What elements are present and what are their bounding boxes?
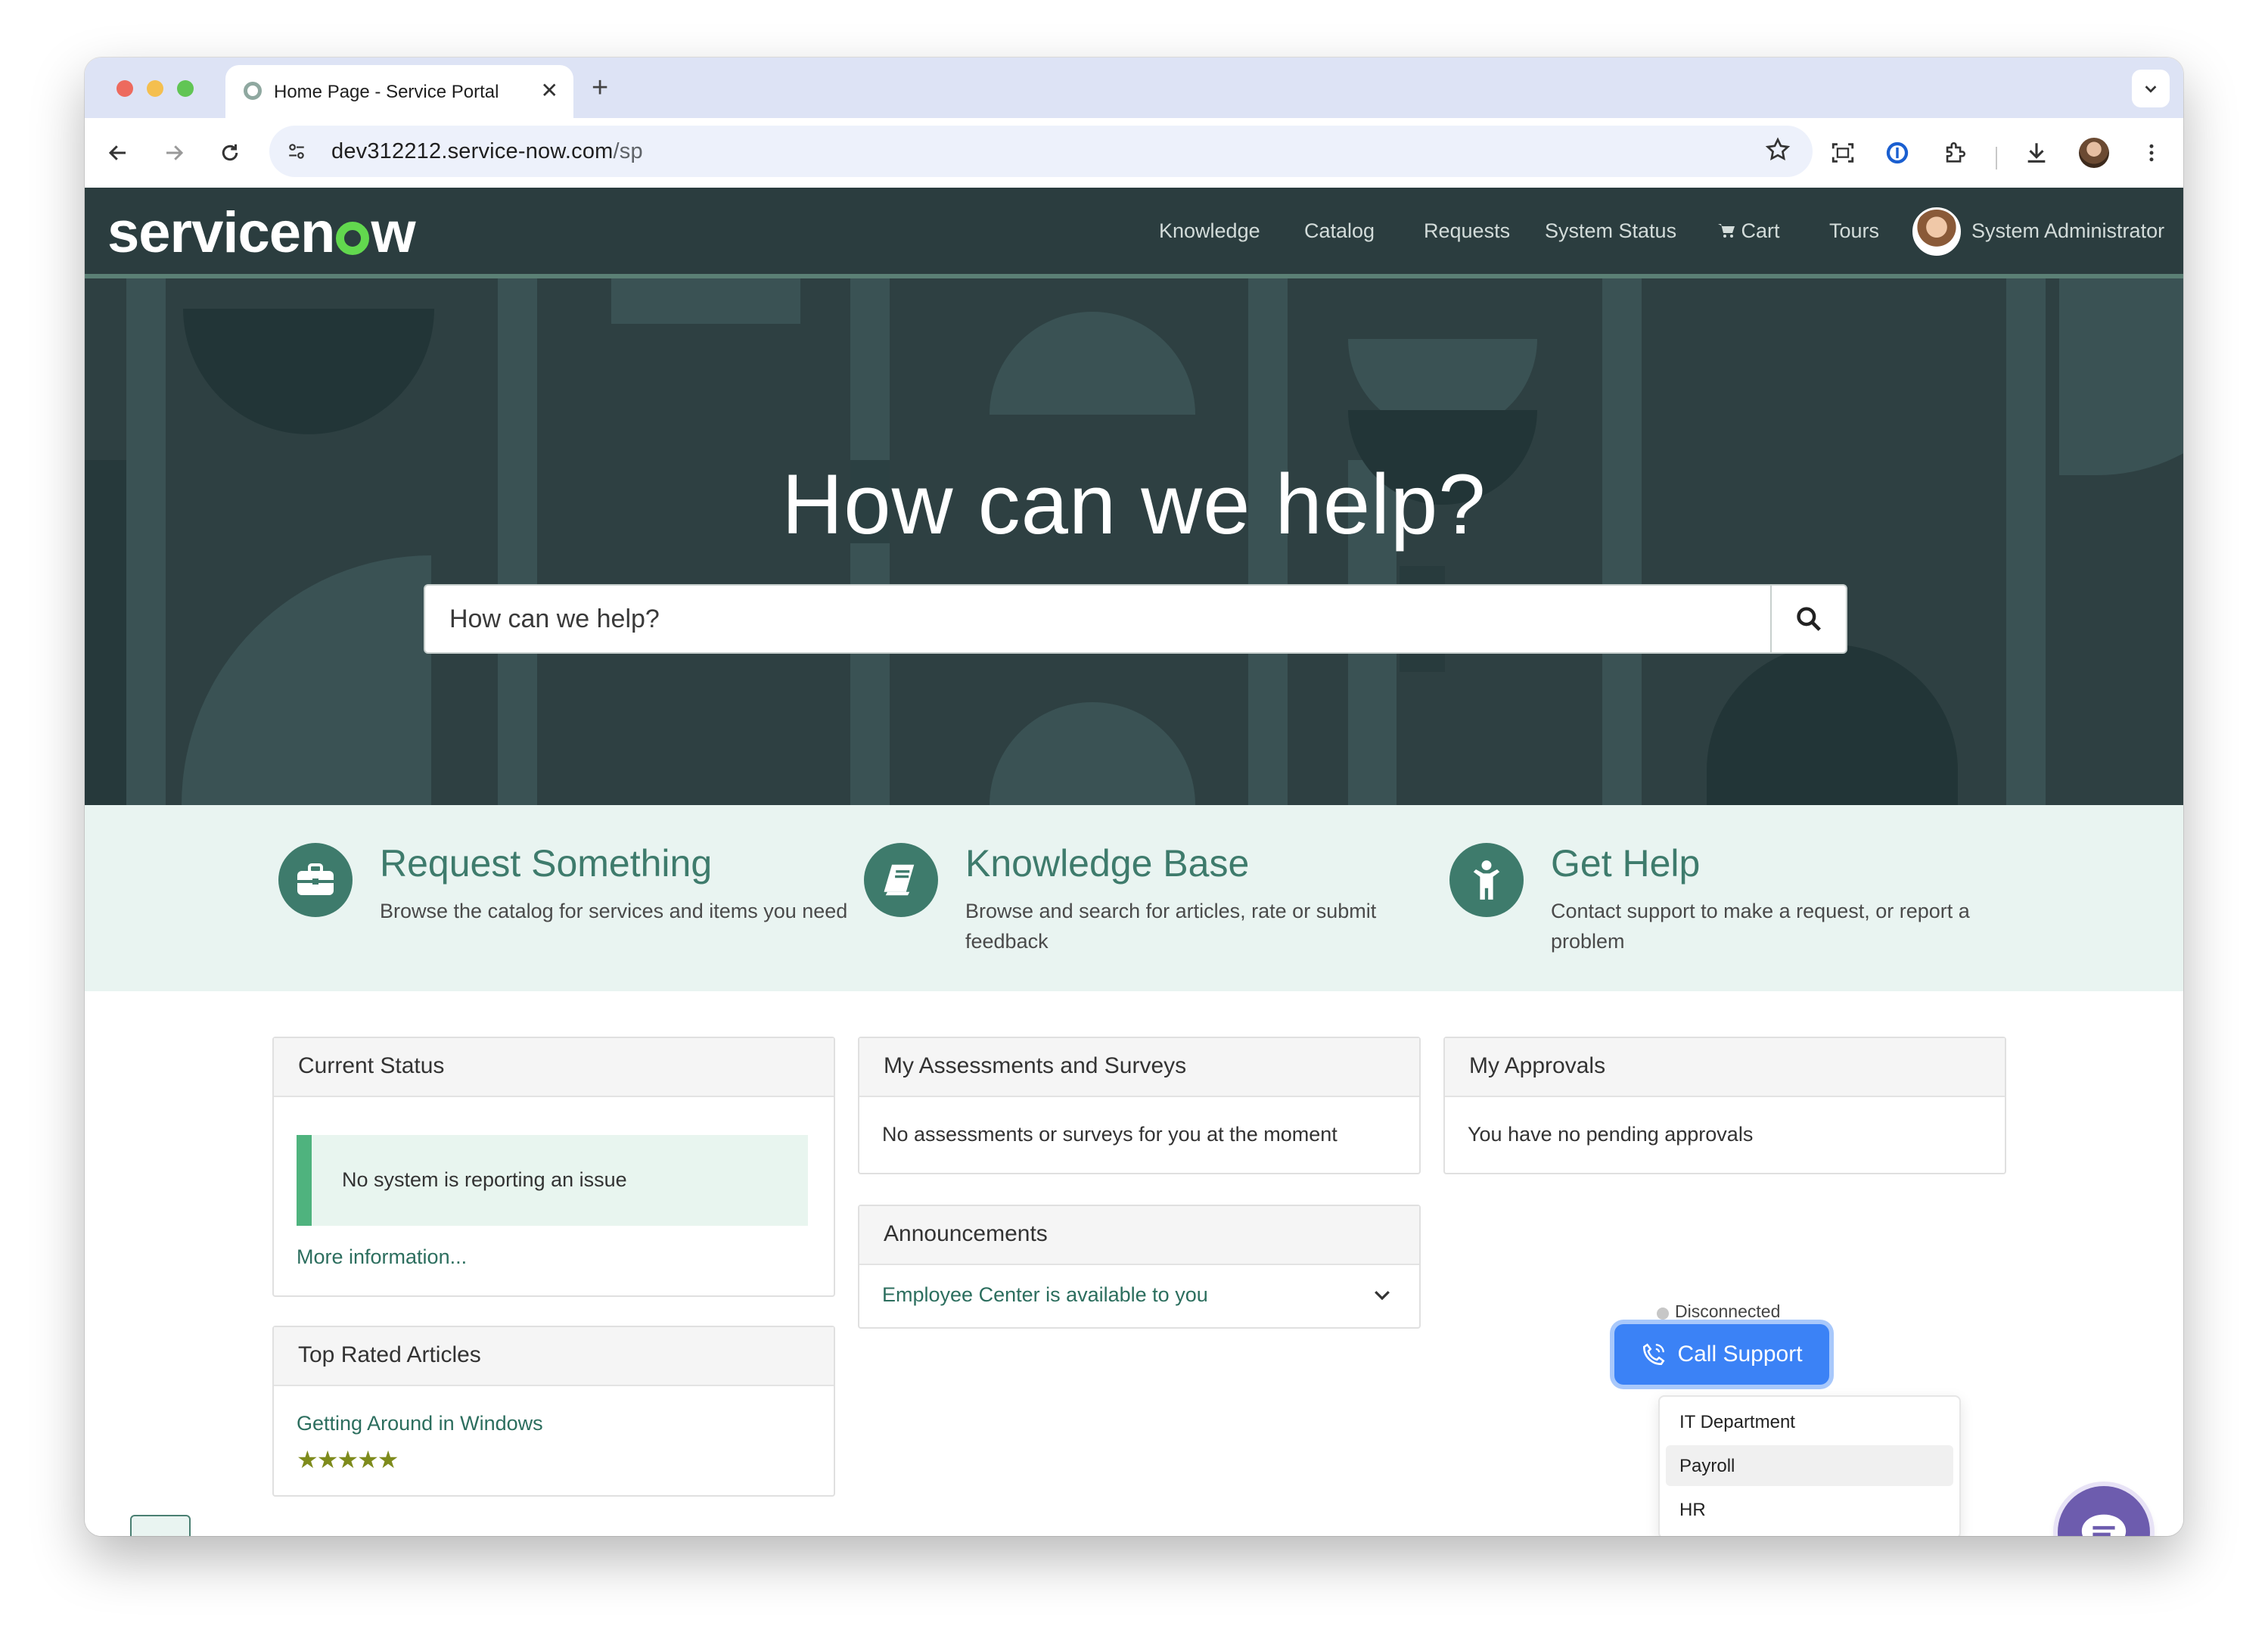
dropdown-option-hr[interactable]: HR: [1666, 1489, 1953, 1530]
search-input[interactable]: [425, 586, 1772, 652]
connection-status-dot: [1657, 1308, 1669, 1320]
more-information-link[interactable]: More information...: [297, 1245, 467, 1269]
password-manager-icon[interactable]: [1879, 135, 1915, 171]
browser-tab-active[interactable]: Home Page - Service Portal ✕: [225, 65, 573, 118]
arrow-right-icon: [166, 145, 184, 160]
nav-knowledge[interactable]: Knowledge: [1159, 219, 1260, 243]
top-rated-articles-panel: Top Rated Articles Getting Around in Win…: [272, 1326, 835, 1497]
dropdown-option-payroll[interactable]: Payroll: [1666, 1445, 1953, 1486]
browser-toolbar: dev312212.service-now.com/sp: [85, 118, 2183, 188]
nav-tours[interactable]: Tours: [1829, 219, 1879, 243]
connection-status: Disconnected: [1675, 1301, 1781, 1321]
reload-icon: [222, 144, 238, 161]
assessments-panel: My Assessments and Surveys No assessment…: [858, 1037, 1421, 1174]
quick-link-title: Request Something: [380, 842, 713, 885]
chevron-down-icon: [2145, 86, 2157, 93]
current-status-panel: Current Status No system is reporting an…: [272, 1037, 835, 1297]
quick-link-desc: Contact support to make a request, or re…: [1551, 900, 1970, 953]
servicenow-logo[interactable]: servicen w: [107, 200, 416, 266]
site-settings-icon[interactable]: [280, 135, 313, 168]
maximize-window-button[interactable]: [177, 80, 194, 97]
browser-window: Home Page - Service Portal ✕ + dev312212…: [85, 58, 2183, 1536]
panel-title: Current Status: [274, 1038, 834, 1097]
favicon-icon: [244, 82, 262, 100]
article-link[interactable]: Getting Around in Windows: [297, 1412, 543, 1435]
address-bar[interactable]: dev312212.service-now.com/sp: [269, 126, 1813, 177]
url-text: dev312212.service-now.com/sp: [331, 139, 643, 163]
status-message: No system is reporting an issue: [342, 1168, 627, 1191]
nav-cart[interactable]: Cart: [1717, 219, 1780, 243]
quick-link-desc: Browse the catalog for services and item…: [380, 900, 848, 922]
quick-link-title: Get Help: [1551, 842, 1701, 885]
approvals-message: You have no pending approvals: [1468, 1123, 1754, 1146]
status-message-box: No system is reporting an issue: [297, 1135, 808, 1226]
phone-icon: [1643, 1343, 1665, 1366]
tab-bar: Home Page - Service Portal ✕ +: [85, 58, 2183, 118]
nav-system-status[interactable]: System Status: [1545, 219, 1676, 243]
department-dropdown: IT Department Payroll HR: [1658, 1395, 1961, 1536]
page-viewport: servicen w Knowledge Catalog Requests Sys…: [85, 188, 2183, 1536]
quick-link-desc: Browse and search for articles, rate or …: [965, 900, 1377, 953]
toolbar-separator: [1996, 147, 1997, 169]
briefcase-icon: [278, 843, 353, 917]
profile-avatar[interactable]: [2079, 138, 2109, 168]
screenshot-icon[interactable]: [1825, 135, 1861, 171]
portal-header: servicen w Knowledge Catalog Requests Sys…: [85, 188, 2183, 278]
person-icon: [1449, 843, 1524, 917]
arrow-left-icon: [108, 145, 126, 160]
cart-icon: [1718, 224, 1735, 238]
forward-button[interactable]: [156, 135, 192, 171]
hero-banner: How can we help?: [85, 278, 2183, 805]
nav-catalog[interactable]: Catalog: [1304, 219, 1375, 243]
chevron-down-icon[interactable]: [1371, 1283, 1393, 1306]
panel-title: Announcements: [859, 1206, 1419, 1265]
approvals-panel: My Approvals You have no pending approva…: [1443, 1037, 2006, 1174]
search-icon: [1797, 607, 1821, 631]
close-tab-icon[interactable]: ✕: [541, 77, 558, 104]
chat-button[interactable]: [2058, 1486, 2150, 1536]
dropdown-option-it[interactable]: IT Department: [1666, 1401, 1953, 1442]
panel-title: My Approvals: [1445, 1038, 2005, 1097]
more-menu-icon[interactable]: [2133, 135, 2170, 171]
announcements-panel: Announcements Employee Center is availab…: [858, 1205, 1421, 1329]
minimize-window-button[interactable]: [147, 80, 163, 97]
search-button[interactable]: [1770, 586, 1846, 652]
quick-links-section: Request Something Browse the catalog for…: [85, 805, 2183, 991]
performance-dashboard-button[interactable]: [130, 1515, 191, 1536]
nav-requests[interactable]: Requests: [1424, 219, 1510, 243]
quick-link-title: Knowledge Base: [965, 842, 1250, 885]
chat-bubble-icon: [2081, 1514, 2127, 1536]
search-bar: [424, 584, 1847, 654]
book-icon: [864, 843, 938, 917]
tab-search-button[interactable]: [2132, 70, 2170, 107]
reload-button[interactable]: [212, 135, 248, 171]
hero-title: How can we help?: [781, 457, 1487, 552]
bookmark-star-icon[interactable]: [1764, 136, 1791, 167]
back-button[interactable]: [100, 135, 136, 171]
nav-user[interactable]: System Administrator: [1971, 219, 2164, 243]
extensions-icon[interactable]: [1937, 135, 1973, 171]
close-window-button[interactable]: [117, 80, 133, 97]
panel-title: My Assessments and Surveys: [859, 1038, 1419, 1097]
downloads-icon[interactable]: [2018, 135, 2055, 171]
announcement-item[interactable]: Employee Center is available to you: [882, 1283, 1208, 1307]
speedometer-icon: [159, 1535, 162, 1536]
tab-title: Home Page - Service Portal: [274, 82, 499, 102]
nav-cart-label: Cart: [1741, 219, 1780, 242]
new-tab-button[interactable]: +: [592, 71, 608, 104]
user-avatar[interactable]: [1912, 207, 1961, 256]
call-support-label: Call Support: [1677, 1342, 1803, 1367]
call-support-button[interactable]: Call Support: [1614, 1324, 1829, 1385]
rating-stars: ★★★★★: [297, 1446, 399, 1473]
assessments-message: No assessments or surveys for you at the…: [882, 1123, 1337, 1146]
panel-title: Top Rated Articles: [274, 1327, 834, 1386]
